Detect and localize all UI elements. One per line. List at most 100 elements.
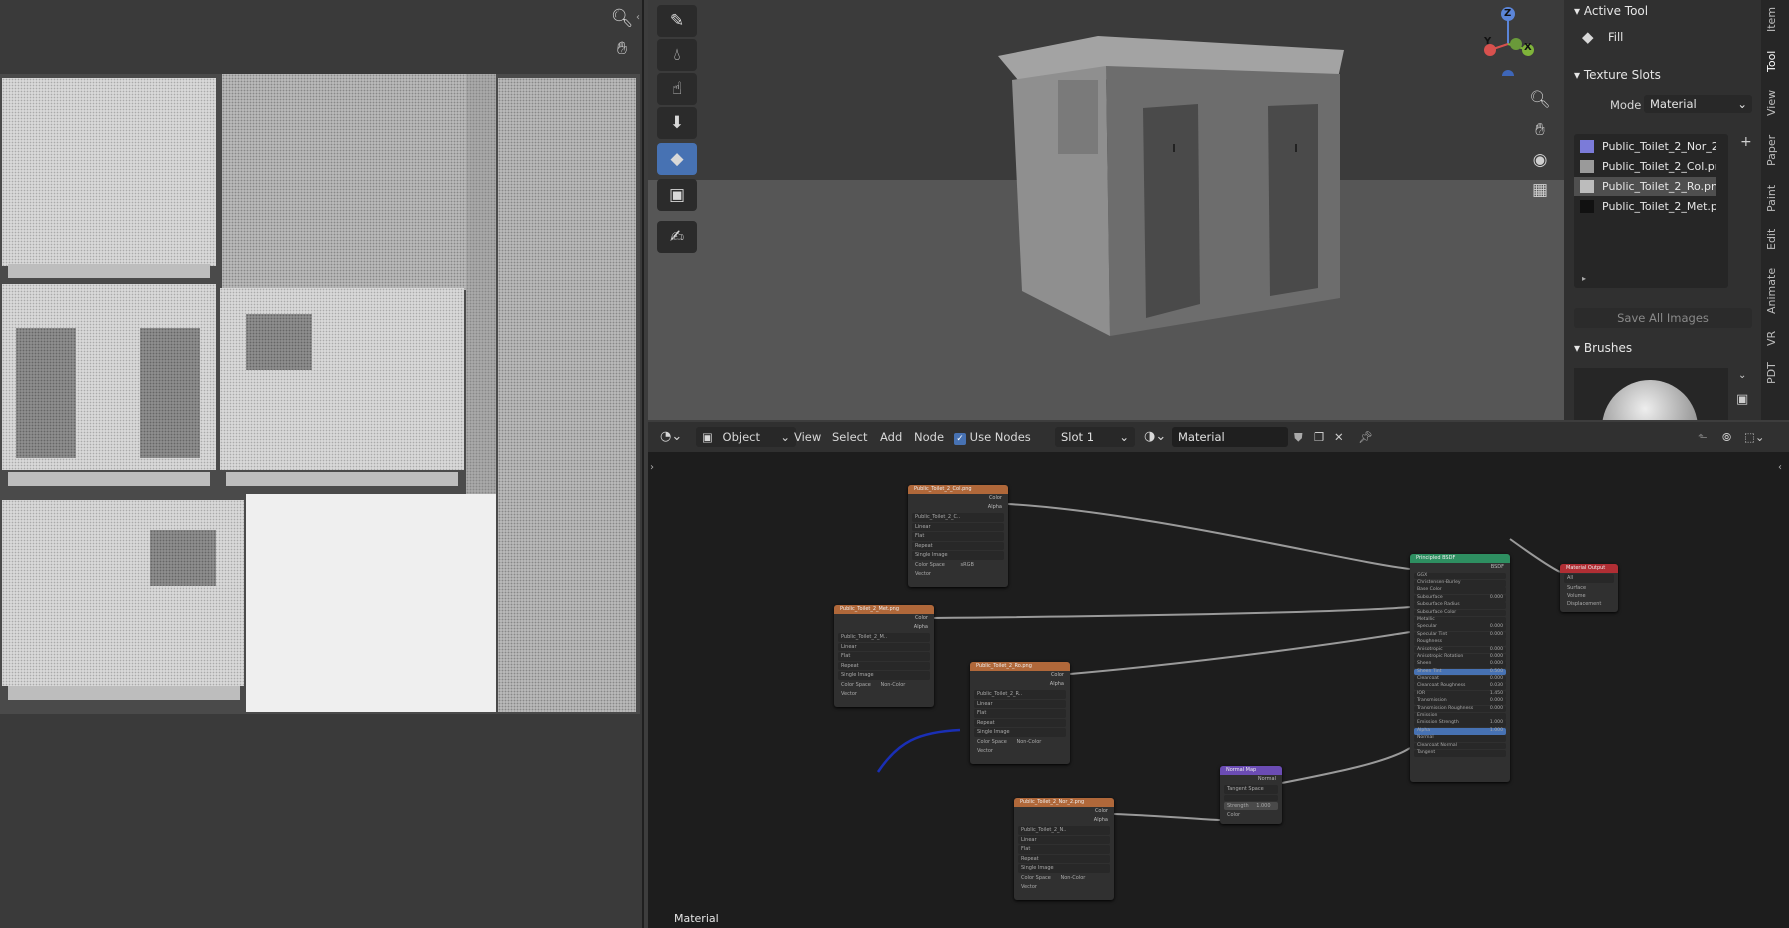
mask-icon[interactable]: ▣ [657,179,697,211]
strength-field[interactable]: Strength 1.000 [1224,801,1278,810]
bsdf-input-row[interactable]: Base Color [1414,587,1506,595]
tab-paper[interactable]: Paper [1765,130,1785,170]
material-output-node[interactable]: Material Output All Surface Volume Displ… [1560,564,1618,612]
bsdf-input-row[interactable]: Subsurface Color [1414,609,1506,617]
principled-bsdf-node[interactable]: Principled BSDF BSDF GGX Christensen-Burl… [1410,554,1510,782]
projection-dropdown[interactable]: Flat [838,652,930,661]
extension-dropdown[interactable]: Repeat [838,661,930,670]
brush-icon[interactable]: ✎ [657,5,697,37]
brush-preview[interactable] [1574,368,1728,420]
bsdf-input-row[interactable]: Specular 0.000 [1414,624,1506,632]
hand-icon[interactable]: ✋︎ [609,36,635,62]
projection-dropdown[interactable]: Flat [974,709,1066,718]
drop-icon[interactable]: 💧︎ [657,39,697,71]
annotate-icon[interactable]: ✍ [657,221,697,253]
image-texture-node-col[interactable]: Public_Toilet_2_Col.png Color Alpha Publ… [908,485,1008,587]
image-selector[interactable]: Public_Toilet_2_M.. [838,633,930,642]
bsdf-input-row[interactable]: Alpha 1.000 [1414,727,1506,735]
bsdf-input-row[interactable]: Normal [1414,735,1506,742]
tab-view[interactable]: View [1765,86,1785,120]
projection-dropdown[interactable]: Flat [912,532,1004,541]
color-space-value[interactable]: Non-Color [1060,875,1085,881]
tab-animate[interactable]: Animate [1765,264,1785,318]
uv-image-editor[interactable]: 🔍︎ ✋︎ ‹ [0,0,644,928]
image-selector[interactable]: Public_Toilet_2_R.. [974,690,1066,699]
bsdf-input-row[interactable]: Anisotropic Rotation 0.000 [1414,653,1506,661]
uv-map-field[interactable] [1224,794,1278,801]
image-selector[interactable]: Public_Toilet_2_C.. [912,513,1004,522]
tab-paint[interactable]: Paint [1765,180,1785,216]
texture-slot[interactable]: Public_Toilet_2_Nor_2... [1574,137,1716,156]
interpolation-dropdown[interactable]: Linear [1018,835,1110,844]
zoom-icon[interactable]: 🔍︎ [609,6,635,32]
bsdf-input-row[interactable]: GGX [1414,572,1506,580]
tab-vr[interactable]: VR [1765,326,1785,350]
bsdf-input-row[interactable]: Subsurface Radius [1414,602,1506,609]
save-all-images-button[interactable]: Save All Images [1574,308,1752,328]
bsdf-input-row[interactable]: Clearcoat 0.000 [1414,676,1506,683]
fill-icon[interactable]: ◆ [657,143,697,175]
bsdf-input-row[interactable]: Emission Strength 1.000 [1414,720,1506,728]
texture-slots-header[interactable]: ▾ Texture Slots [1564,64,1761,86]
color-space-value[interactable]: Non-Color [1016,739,1041,745]
bsdf-input-row[interactable]: Clearcoat Roughness 0.030 [1414,683,1506,691]
chevron-down-icon[interactable]: ⌄ [1738,370,1746,381]
zoom-icon[interactable]: 🔍︎ [1528,88,1552,112]
normal-map-node[interactable]: Normal Map Normal Tangent Space Strength… [1220,766,1282,824]
image-texture-node-ro[interactable]: Public_Toilet_2_Ro.png Color Alpha Publi… [970,662,1070,764]
color-space-value[interactable]: sRGB [960,562,973,568]
bsdf-input-row[interactable]: Tangent [1414,749,1506,757]
texture-slot[interactable]: Public_Toilet_2_Col.png [1574,157,1716,176]
extension-dropdown[interactable]: Repeat [912,541,1004,550]
source-dropdown[interactable]: Single Image [838,671,930,680]
grid-icon[interactable]: ▦ [1528,178,1552,202]
hand-icon[interactable]: ✋︎ [1528,118,1552,142]
smear-icon[interactable]: ☝ [657,73,697,105]
plus-icon[interactable]: + [1740,134,1752,150]
space-dropdown[interactable]: Tangent Space [1224,785,1278,794]
tab-edit[interactable]: Edit [1765,224,1785,254]
bsdf-input-row[interactable]: Subsurface 0.000 [1414,594,1506,602]
bsdf-input-row[interactable]: Transmission Roughness 0.000 [1414,705,1506,713]
3d-viewport[interactable]: ✎ 💧︎ ☝ ⬇ ◆ ▣ ✍ Z Y X 🔍︎ ✋︎ ◉ ▦ [648,0,1564,420]
tab-item[interactable]: Item [1765,2,1785,36]
tab-tool[interactable]: Tool [1765,44,1785,78]
bsdf-input-row[interactable]: Roughness [1414,639,1506,646]
bsdf-input-row[interactable]: Clearcoat Normal [1414,742,1506,750]
shader-node-editor[interactable]: ◔⌄ ▣ Object ⌄ View Select Add Node ✓ Use… [648,422,1789,928]
extension-dropdown[interactable]: Repeat [974,718,1066,727]
bsdf-input-row[interactable]: Christensen-Burley [1414,579,1506,587]
texture-slot[interactable]: Public_Toilet_2_Met.p... [1574,197,1716,216]
bsdf-input-row[interactable]: Specular Tint 0.000 [1414,631,1506,639]
projection-dropdown[interactable]: Flat [1018,845,1110,854]
image-icon[interactable]: ▣ [1736,392,1748,407]
mode-dropdown[interactable]: Material ⌄ [1644,95,1752,113]
stamp-icon[interactable]: ⬇ [657,107,697,139]
camera-icon[interactable]: ◉ [1528,148,1552,172]
interpolation-dropdown[interactable]: Linear [974,699,1066,708]
interpolation-dropdown[interactable]: Linear [838,642,930,651]
color-space-value[interactable]: Non-Color [880,682,905,688]
interpolation-dropdown[interactable]: Linear [912,522,1004,531]
bsdf-input-row[interactable]: Sheen 0.000 [1414,661,1506,669]
bsdf-input-row[interactable]: Sheen Tint 0.500 [1414,668,1506,676]
extension-dropdown[interactable]: Repeat [1018,854,1110,863]
bsdf-input-row[interactable]: Transmission 0.000 [1414,698,1506,706]
tab-pdt[interactable]: PDT [1765,358,1785,388]
bsdf-input-row[interactable]: Anisotropic 0.000 [1414,646,1506,654]
target-dropdown[interactable]: All [1564,574,1614,583]
source-dropdown[interactable]: Single Image [912,551,1004,560]
texture-slot-selected[interactable]: Public_Toilet_2_Ro.png [1574,177,1716,196]
image-texture-node-nor[interactable]: Public_Toilet_2_Nor_2.png Color Alpha Pu… [1014,798,1114,900]
image-texture-node-met[interactable]: Public_Toilet_2_Met.png Color Alpha Publ… [834,605,934,707]
brushes-header[interactable]: ▾ Brushes [1564,337,1761,359]
bsdf-input-row[interactable]: Metallic [1414,616,1506,624]
active-tool-header[interactable]: ▾ Active Tool [1564,0,1761,22]
image-selector[interactable]: Public_Toilet_2_N.. [1018,826,1110,835]
bsdf-input-row[interactable]: Emission [1414,713,1506,720]
collapse-arrow-icon[interactable]: ‹ [636,12,640,23]
source-dropdown[interactable]: Single Image [1018,864,1110,873]
source-dropdown[interactable]: Single Image [974,728,1066,737]
expand-arrow-icon[interactable]: ▸ [1582,274,1586,283]
bsdf-input-row[interactable]: IOR 1.450 [1414,690,1506,698]
